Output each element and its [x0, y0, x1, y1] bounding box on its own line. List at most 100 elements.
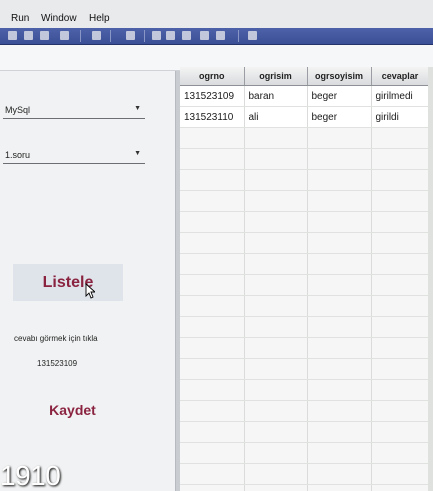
- empty-table-row: [180, 127, 430, 149]
- list-button[interactable]: Listele: [13, 264, 123, 301]
- table-cell[interactable]: 131523110: [180, 106, 245, 128]
- table-cell[interactable]: girilmedi: [371, 85, 430, 107]
- empty-table-row: [180, 274, 430, 296]
- toolbar-tool-icon[interactable]: [60, 31, 69, 40]
- table-cell[interactable]: girildi: [371, 106, 430, 128]
- empty-table-cell: [180, 211, 245, 233]
- column-header-ogrisim[interactable]: ogrisim: [244, 67, 308, 86]
- empty-table-row: [180, 379, 430, 401]
- empty-table-cell: [244, 337, 308, 359]
- table-row[interactable]: 131523110 ali beger girildi: [180, 106, 430, 128]
- toolbar-tool-icon[interactable]: [152, 31, 161, 40]
- empty-table-cell: [244, 421, 308, 443]
- empty-table-cell: [371, 169, 430, 191]
- empty-table-cell: [307, 337, 372, 359]
- menu-run[interactable]: Run: [11, 13, 29, 24]
- empty-table-row: [180, 316, 430, 338]
- empty-table-row: [180, 463, 430, 485]
- toolbar-separator: [110, 30, 111, 42]
- empty-table-cell: [180, 274, 245, 296]
- empty-table-cell: [371, 211, 430, 233]
- empty-table-row: [180, 211, 430, 233]
- empty-table-cell: [244, 295, 308, 317]
- empty-table-cell: [180, 379, 245, 401]
- empty-table-cell: [180, 484, 245, 491]
- empty-table-cell: [180, 148, 245, 170]
- empty-table-cell: [180, 127, 245, 149]
- empty-table-row: [180, 190, 430, 212]
- chevron-down-icon[interactable]: ▼: [134, 105, 141, 112]
- toolbar-tool-icon[interactable]: [200, 31, 209, 40]
- empty-table-cell: [180, 463, 245, 485]
- table-cell[interactable]: beger: [307, 85, 372, 107]
- empty-table-cell: [180, 316, 245, 338]
- empty-table-cell: [180, 253, 245, 275]
- empty-table-cell: [180, 358, 245, 380]
- empty-table-cell: [307, 253, 372, 275]
- table-cell[interactable]: beger: [307, 106, 372, 128]
- empty-table-cell: [307, 295, 372, 317]
- toolbar-tool-icon[interactable]: [40, 31, 49, 40]
- toolbar-tool-icon[interactable]: [126, 31, 135, 40]
- empty-table-cell: [307, 316, 372, 338]
- empty-table-cell: [244, 253, 308, 275]
- toolbar-tool-icon[interactable]: [216, 31, 225, 40]
- toolbar-separator: [238, 30, 239, 42]
- empty-table-cell: [371, 253, 430, 275]
- empty-table-row: [180, 442, 430, 464]
- empty-table-cell: [244, 190, 308, 212]
- table-row[interactable]: 131523109 baran beger girilmedi: [180, 85, 430, 107]
- hint-label: cevabı görmek için tıkla: [14, 334, 98, 343]
- database-combo[interactable]: MySql ▼: [3, 104, 145, 119]
- empty-table-cell: [307, 484, 372, 491]
- toolbar-tool-icon[interactable]: [182, 31, 191, 40]
- empty-table-row: [180, 253, 430, 275]
- toolbar-tool-icon[interactable]: [248, 31, 257, 40]
- empty-table-row: [180, 421, 430, 443]
- empty-table-cell: [371, 337, 430, 359]
- empty-table-row: [180, 232, 430, 254]
- toolbar-tool-icon[interactable]: [166, 31, 175, 40]
- menu-bar: Run Window Help: [0, 0, 433, 28]
- empty-table-cell: [371, 316, 430, 338]
- results-table-area: ogrno ogrisim ogrsoyisim cevaplar 131523…: [180, 67, 433, 491]
- toolbar-tool-icon[interactable]: [8, 31, 17, 40]
- column-header-cevaplar[interactable]: cevaplar: [371, 67, 430, 86]
- empty-table-cell: [371, 442, 430, 464]
- table-right-edge: [428, 67, 433, 491]
- empty-table-cell: [180, 295, 245, 317]
- empty-table-cell: [307, 358, 372, 380]
- empty-table-cell: [307, 127, 372, 149]
- empty-table-cell: [371, 127, 430, 149]
- toolbar-tool-icon[interactable]: [24, 31, 33, 40]
- empty-table-cell: [244, 148, 308, 170]
- empty-table-cell: [307, 463, 372, 485]
- empty-table-cell: [244, 232, 308, 254]
- chevron-down-icon[interactable]: ▼: [134, 150, 141, 157]
- empty-table-cell: [307, 148, 372, 170]
- table-header-row: ogrno ogrisim ogrsoyisim cevaplar: [180, 67, 430, 86]
- toolbar-separator: [144, 30, 145, 42]
- empty-table-cell: [244, 316, 308, 338]
- table-cell[interactable]: 131523109: [180, 85, 245, 107]
- table-cell[interactable]: ali: [244, 106, 308, 128]
- empty-table-cell: [307, 211, 372, 233]
- save-button[interactable]: Kaydet: [30, 399, 115, 421]
- empty-table-cell: [307, 232, 372, 254]
- empty-table-cell: [307, 379, 372, 401]
- empty-table-row: [180, 148, 430, 170]
- column-header-ogrsoyisim[interactable]: ogrsoyisim: [307, 67, 372, 86]
- empty-table-cell: [244, 400, 308, 422]
- empty-table-cell: [244, 127, 308, 149]
- empty-table-cell: [371, 274, 430, 296]
- menu-window[interactable]: Window: [41, 13, 77, 24]
- menu-help[interactable]: Help: [89, 13, 110, 24]
- frame-number-overlay: 1910: [0, 460, 61, 491]
- empty-table-cell: [307, 169, 372, 191]
- empty-table-cell: [180, 190, 245, 212]
- toolbar-tool-icon[interactable]: [92, 31, 101, 40]
- column-header-ogrno[interactable]: ogrno: [180, 67, 245, 86]
- table-cell[interactable]: baran: [244, 85, 308, 107]
- question-combo[interactable]: 1.soru ▼: [3, 149, 145, 164]
- results-table: ogrno ogrisim ogrsoyisim cevaplar 131523…: [180, 67, 430, 491]
